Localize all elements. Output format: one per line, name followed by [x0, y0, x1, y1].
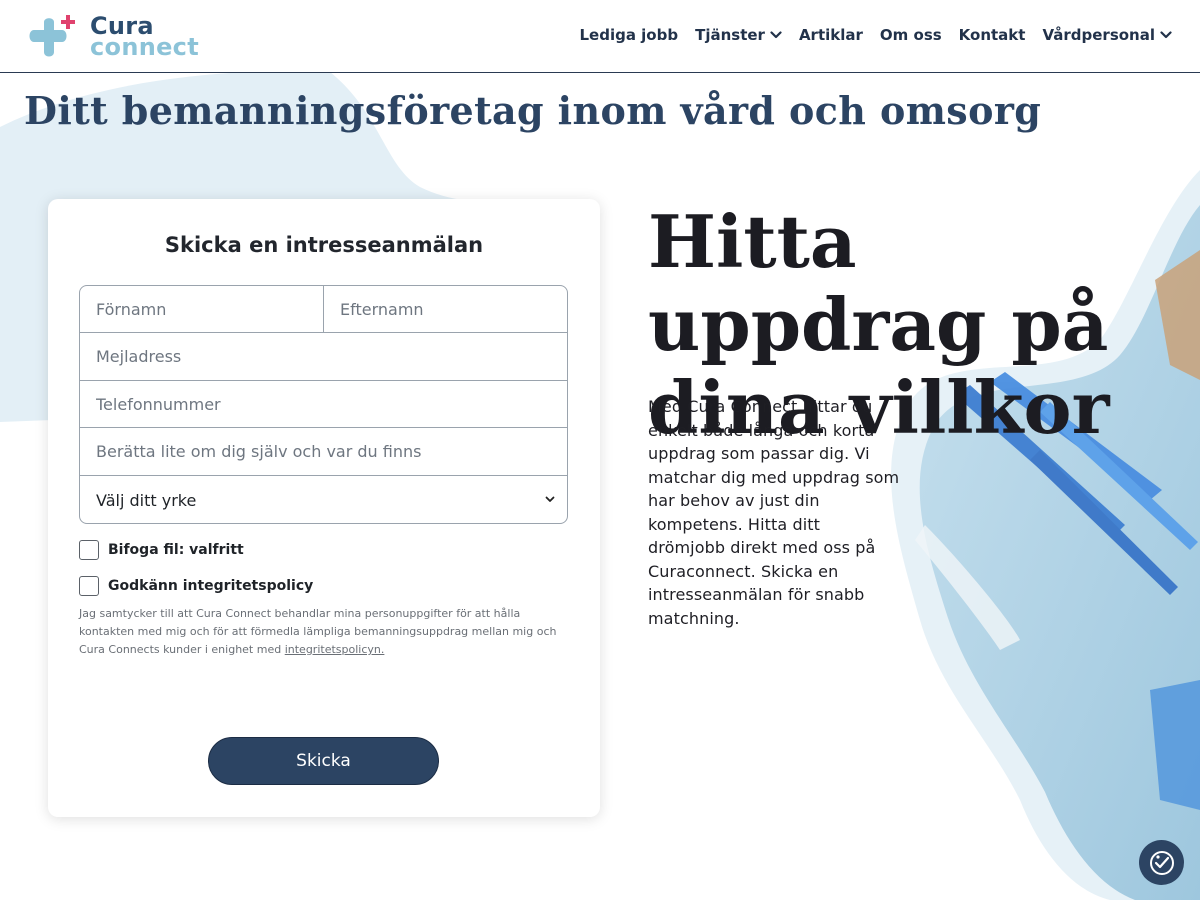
interest-form-card: Skicka en intresseanmälan Välj ditt yrke…	[48, 199, 600, 817]
chevron-down-icon	[545, 496, 555, 502]
name-row	[80, 286, 567, 333]
hero-description: Med Cura Connect hittar du enkelt både l…	[648, 397, 900, 628]
email-row	[80, 333, 567, 381]
privacy-policy-checkbox-row[interactable]: Godkänn integritetspolicy	[79, 576, 313, 596]
email-field[interactable]	[80, 333, 567, 380]
attach-file-label: Bifoga fil: valfritt	[108, 542, 244, 558]
chevron-down-icon	[770, 31, 782, 39]
nav-tjanster[interactable]: Tjänster	[695, 26, 782, 44]
accessibility-button[interactable]	[1139, 840, 1184, 885]
nav-vardpersonal[interactable]: Vårdpersonal	[1042, 26, 1172, 44]
privacy-policy-checkbox[interactable]	[79, 576, 99, 596]
attach-file-checkbox[interactable]	[79, 540, 99, 560]
accessibility-icon	[1149, 850, 1174, 875]
profession-select[interactable]: Välj ditt yrke	[80, 476, 567, 523]
nav-label: Lediga jobb	[579, 26, 679, 44]
form-fields: Välj ditt yrke	[79, 285, 568, 524]
logo[interactable]: Cura connect	[26, 12, 199, 62]
nav-label: Tjänster	[695, 26, 765, 44]
nav-label: Artiklar	[798, 26, 863, 44]
profession-select-value: Välj ditt yrke	[96, 491, 197, 510]
phone-field[interactable]	[80, 381, 567, 427]
attach-file-checkbox-row[interactable]: Bifoga fil: valfritt	[79, 540, 244, 560]
phone-row	[80, 381, 567, 428]
chevron-down-icon	[1160, 31, 1172, 39]
page-tagline: Ditt bemanningsföretag inom vård och oms…	[24, 88, 1042, 133]
nav-label: Kontakt	[958, 26, 1026, 44]
site-header: Cura connect Lediga jobb Tjänster Artikl…	[0, 0, 1200, 73]
nav-om-oss[interactable]: Om oss	[880, 26, 942, 44]
nav-kontakt[interactable]: Kontakt	[959, 26, 1026, 44]
form-title: Skicka en intresseanmälan	[164, 233, 484, 257]
about-row	[80, 428, 567, 476]
submit-button[interactable]: Skicka	[208, 737, 439, 785]
nav-lediga-jobb[interactable]: Lediga jobb	[579, 26, 678, 44]
about-field[interactable]	[80, 428, 567, 475]
last-name-field[interactable]	[324, 286, 567, 332]
logo-text-connect: connect	[90, 33, 199, 61]
consent-text: Jag samtycker till att Cura Connect beha…	[79, 605, 569, 659]
nav-label: Vårdpersonal	[1042, 26, 1155, 44]
nav-label: Om oss	[879, 26, 942, 44]
privacy-policy-link[interactable]: integritetspolicyn.	[285, 643, 385, 656]
privacy-policy-label: Godkänn integritetspolicy	[108, 578, 314, 594]
main-nav: Lediga jobb Tjänster Artiklar Om oss Kon…	[562, 26, 1172, 44]
nav-artiklar[interactable]: Artiklar	[799, 26, 863, 44]
logo-cross-icon	[29, 15, 75, 57]
first-name-field[interactable]	[80, 286, 323, 332]
